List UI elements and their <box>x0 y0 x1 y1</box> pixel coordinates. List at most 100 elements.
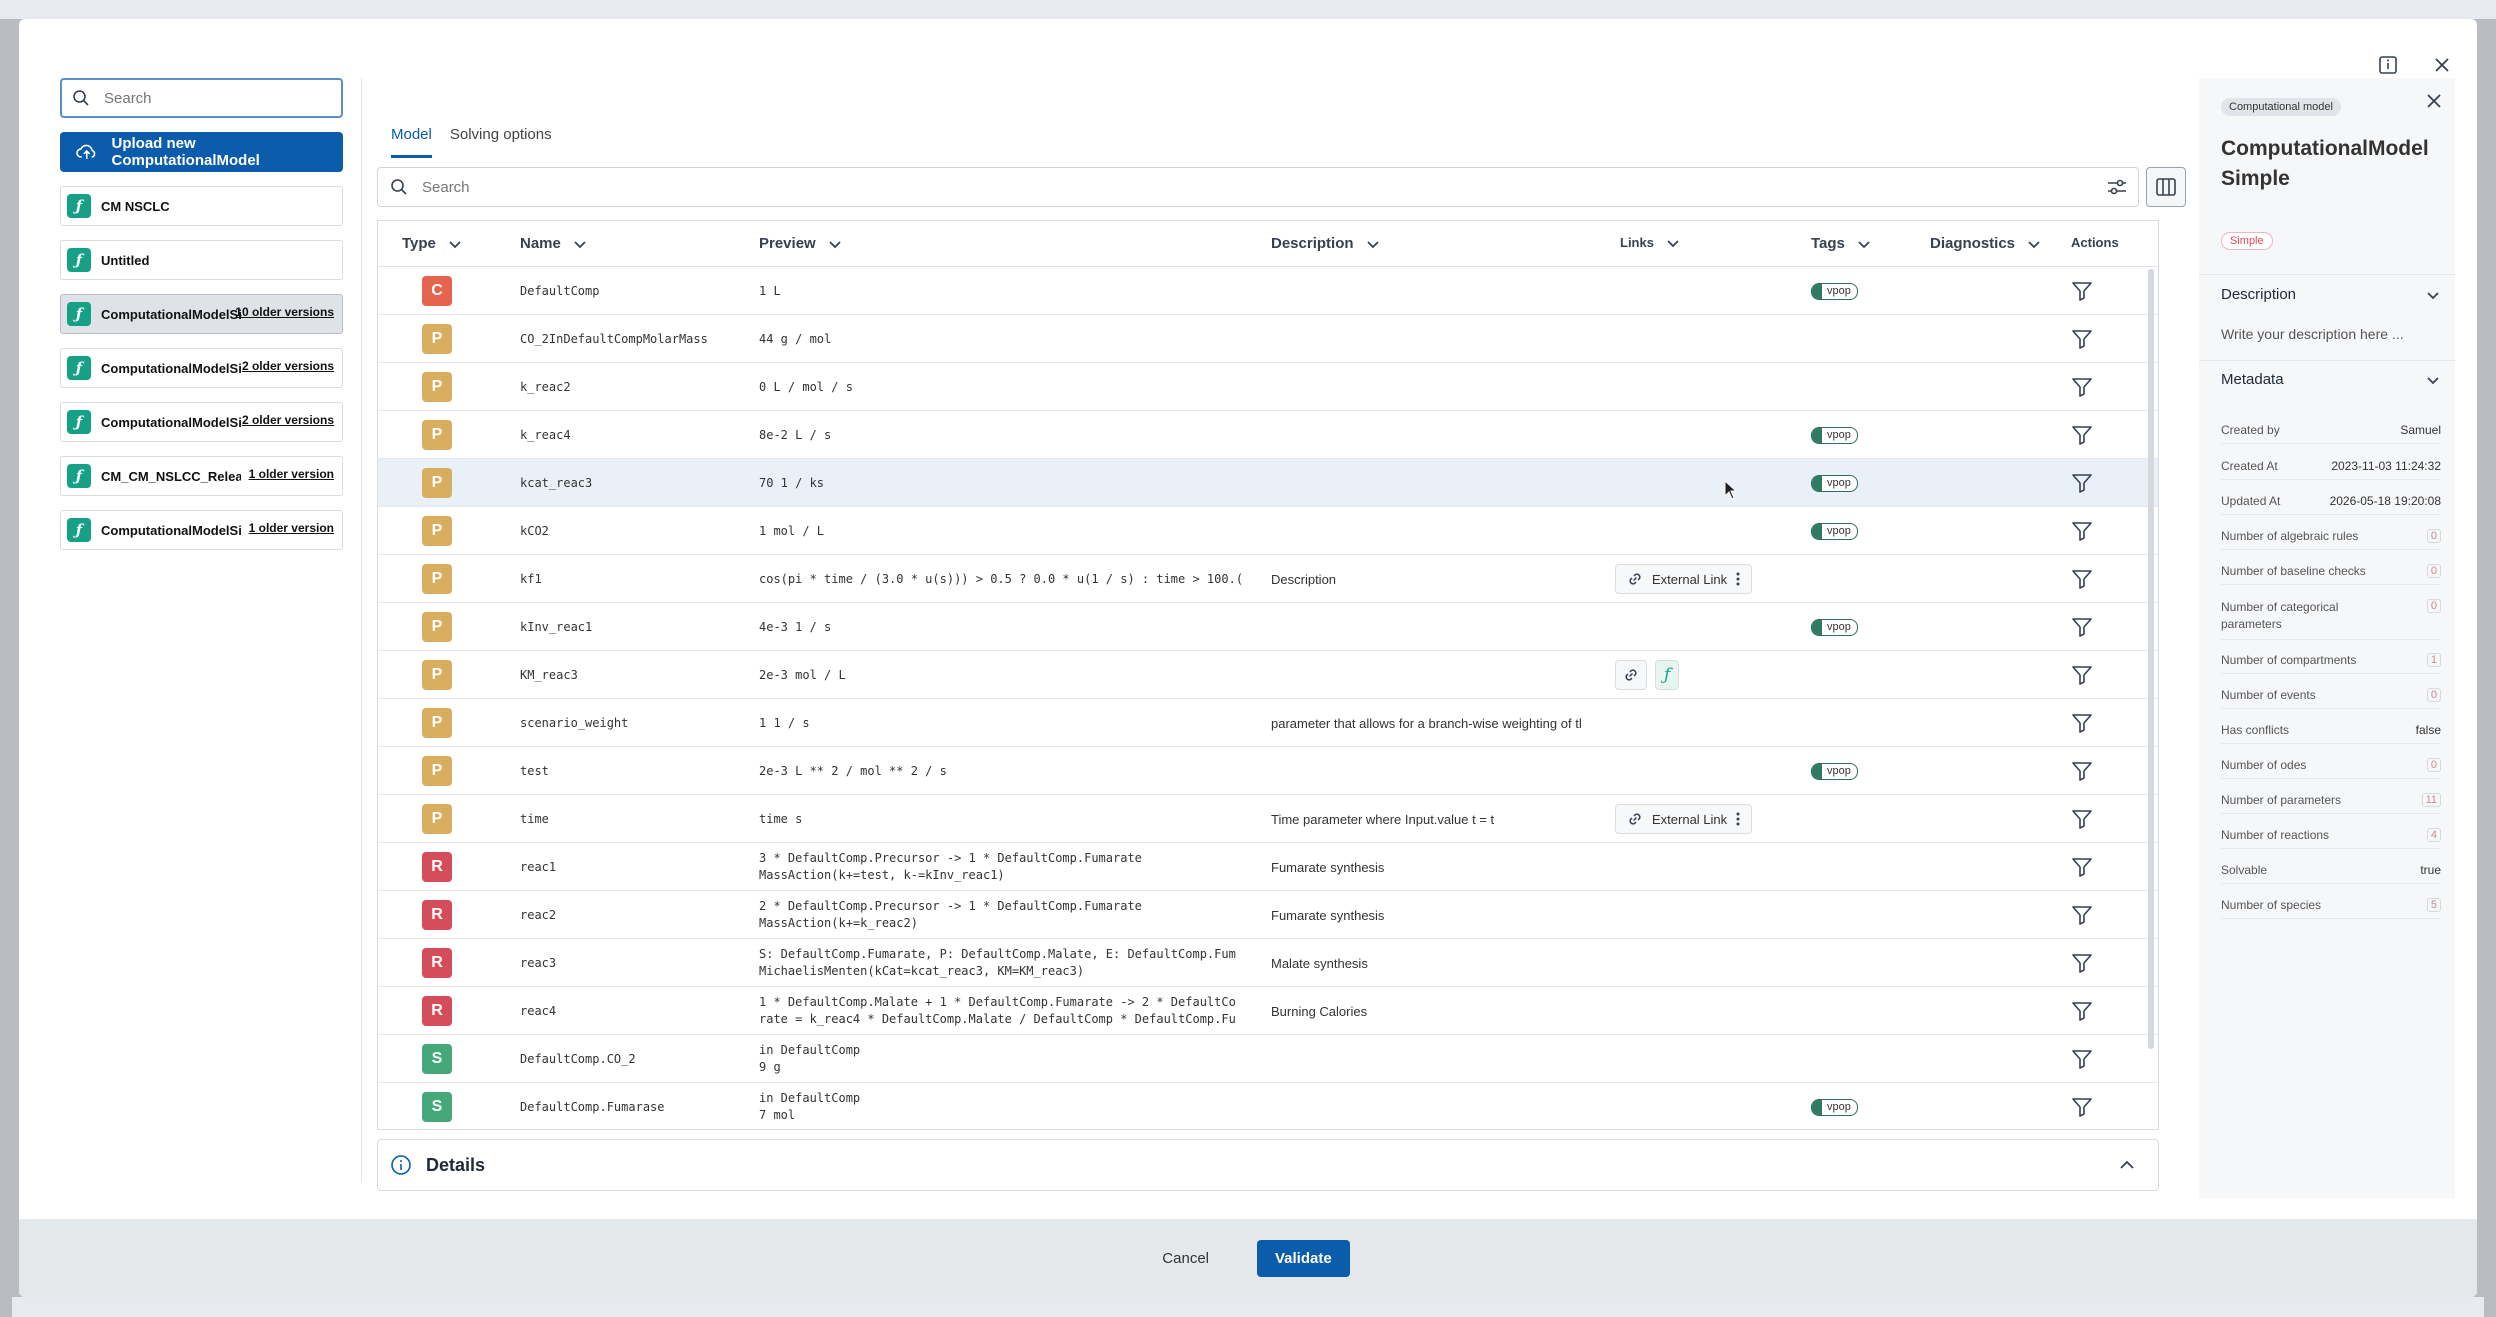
table-row[interactable]: S DefaultComp.Fumarase in DefaultComp 7 mol… <box>378 1083 2158 1129</box>
table-row[interactable]: P KM_reac3 2e-3 mol / L ƒ <box>378 651 2158 699</box>
filter-icon[interactable] <box>2071 712 2093 734</box>
close-panel-icon[interactable] <box>2425 92 2443 115</box>
tag-chip[interactable]: vpop <box>1811 282 1858 300</box>
table-row[interactable]: Pk_reac4 8e-2 L / s vpop <box>378 411 2158 459</box>
chevron-up-icon[interactable] <box>2118 1156 2136 1174</box>
table-row[interactable]: Ptest 2e-3 L ** 2 / mol ** 2 / s vpop <box>378 747 2158 795</box>
filter-icon[interactable] <box>2071 520 2093 542</box>
more-vertical-icon[interactable] <box>1735 811 1741 827</box>
tag-chip[interactable]: vpop <box>1811 618 1858 636</box>
table-row[interactable]: Pscenario_weight 1 1 / s parameter that al… <box>378 699 2158 747</box>
column-header-tags[interactable]: Tags <box>1811 235 1871 252</box>
description-header[interactable]: Description <box>2221 286 2441 303</box>
tag-chip[interactable]: vpop <box>1811 426 1858 444</box>
model-list-item[interactable]: ƒ ComputationalModelSi 10 older versions <box>60 294 343 334</box>
table-row[interactable]: Pk_reac2 0 L / mol / s <box>378 363 2158 411</box>
filter-icon[interactable] <box>2071 616 2093 638</box>
metadata-header[interactable]: Metadata <box>2221 371 2441 388</box>
column-header-type[interactable]: Type <box>402 235 462 252</box>
table-row[interactable]: Pkf1 cos(pi * time / (3.0 * u(s))) > 0.5 … <box>378 555 2158 603</box>
external-link-label: External Link <box>1652 811 1728 827</box>
filter-icon[interactable] <box>2071 280 2093 302</box>
model-list-item[interactable]: ƒ ComputationalModelSimp 1 older version <box>60 510 343 550</box>
older-versions-link[interactable]: 1 older version <box>249 521 334 535</box>
tune-icon[interactable] <box>2106 177 2128 201</box>
model-list-item[interactable]: ƒ Untitled <box>60 240 343 280</box>
model-list-panel: Upload new ComputationalModel ƒCM NSCLC ƒ… <box>60 78 343 550</box>
model-list-item[interactable]: ƒ CM NSCLC <box>60 186 343 226</box>
older-versions-link[interactable]: 10 older versions <box>235 305 334 319</box>
external-link-chip[interactable]: External Link <box>1615 804 1753 834</box>
add-link-button[interactable] <box>1615 660 1647 690</box>
filter-icon[interactable] <box>2071 1048 2093 1070</box>
table-search-field[interactable] <box>377 167 2139 207</box>
filter-icon[interactable] <box>2071 904 2093 926</box>
details-label: Details <box>426 1154 486 1175</box>
info-icon[interactable] <box>2373 50 2403 80</box>
table-search-input[interactable] <box>422 178 2022 196</box>
table-row[interactable]: Ptime time s Time parameter where Input.va… <box>378 795 2158 843</box>
tag-chip[interactable]: vpop <box>1811 474 1858 492</box>
columns-toggle-button[interactable] <box>2146 167 2186 207</box>
filter-icon[interactable] <box>2071 808 2093 830</box>
model-title: ComputationalModel Simple <box>2221 137 2429 190</box>
column-header-description[interactable]: Description <box>1271 235 1380 252</box>
model-search-input[interactable] <box>104 89 304 107</box>
close-icon[interactable] <box>2427 50 2457 80</box>
type-badge: P <box>422 612 452 642</box>
model-list-item[interactable]: ƒ ComputationalModelSin 2 older versions <box>60 348 343 388</box>
validate-button[interactable]: Validate <box>1257 1239 1350 1277</box>
model-list-item[interactable]: ƒ CM_CM_NSLCC_Release 1 older version <box>60 456 343 496</box>
external-link-chip[interactable]: External Link <box>1615 564 1753 594</box>
column-header-links[interactable]: Links <box>1620 235 1680 250</box>
filter-icon[interactable] <box>2071 664 2093 686</box>
filter-icon[interactable] <box>2071 568 2093 590</box>
filter-icon[interactable] <box>2071 1000 2093 1022</box>
details-section[interactable]: Details <box>377 1139 2159 1191</box>
model-item-name: ComputationalModelSimp <box>101 522 241 538</box>
filter-icon[interactable] <box>2071 472 2093 494</box>
table-row[interactable]: P CO_2InDefaultCompMolarMass 44 g / mol <box>378 315 2158 363</box>
column-header-actions[interactable]: Actions <box>2071 235 2119 250</box>
upload-model-button[interactable]: Upload new ComputationalModel <box>60 132 343 172</box>
cancel-button[interactable]: Cancel <box>1146 1240 1225 1277</box>
function-link-button[interactable]: ƒ <box>1655 660 1680 690</box>
older-versions-link[interactable]: 2 older versions <box>242 413 334 427</box>
description-cell: Description <box>1271 571 1337 587</box>
description-input[interactable]: Write your description here ... <box>2221 326 2404 342</box>
filter-icon[interactable] <box>2071 856 2093 878</box>
filter-icon[interactable] <box>2071 376 2093 398</box>
model-search-field[interactable] <box>60 78 343 118</box>
model-item-name: ComputationalModelSin <box>101 414 241 430</box>
table-row[interactable]: Rreac1 3 * DefaultComp.Precursor -> 1 * D… <box>378 843 2158 891</box>
older-versions-link[interactable]: 2 older versions <box>242 359 334 373</box>
tags-cell: vpop <box>1811 1083 1858 1129</box>
table-row[interactable]: PkCO2 1 mol / L vpop <box>378 507 2158 555</box>
tag-chip[interactable]: vpop <box>1811 1098 1858 1116</box>
column-header-diagnostics[interactable]: Diagnostics <box>1930 235 2041 252</box>
filter-icon[interactable] <box>2071 952 2093 974</box>
tag-chip[interactable]: vpop <box>1811 522 1858 540</box>
table-row[interactable]: Pkcat_reac3 70 1 / ks vpop <box>378 459 2158 507</box>
filter-icon[interactable] <box>2071 1096 2093 1118</box>
table-row[interactable]: Rreac3 S: DefaultComp.Fumarate, P: Defaul… <box>378 939 2158 987</box>
more-vertical-icon[interactable] <box>1735 571 1741 587</box>
tab-solving-options[interactable]: Solving options <box>450 126 552 158</box>
metadata-label: Number of categorical parameters <box>2221 600 2339 631</box>
filter-icon[interactable] <box>2071 424 2093 446</box>
table-row[interactable]: PkInv_reac1 4e-3 1 / s vpop <box>378 603 2158 651</box>
table-row[interactable]: C DefaultComp 1 L vpop <box>378 267 2158 315</box>
older-versions-link[interactable]: 1 older version <box>249 467 334 481</box>
table-scrollbar[interactable] <box>2148 269 2154 1049</box>
column-header-name[interactable]: Name <box>520 235 587 252</box>
tag-chip[interactable]: vpop <box>1811 762 1858 780</box>
table-row[interactable]: Rreac4 1 * DefaultComp.Malate + 1 * Defau… <box>378 987 2158 1035</box>
table-row[interactable]: Rreac2 2 * DefaultComp.Precursor -> 1 * D… <box>378 891 2158 939</box>
column-header-preview[interactable]: Preview <box>759 235 842 252</box>
filter-icon[interactable] <box>2071 328 2093 350</box>
type-badge: R <box>422 900 452 930</box>
model-list-item[interactable]: ƒ ComputationalModelSin 2 older versions <box>60 402 343 442</box>
table-row[interactable]: S DefaultComp.CO_2 in DefaultComp 9 g <box>378 1035 2158 1083</box>
tab-model[interactable]: Model <box>391 126 432 158</box>
filter-icon[interactable] <box>2071 760 2093 782</box>
